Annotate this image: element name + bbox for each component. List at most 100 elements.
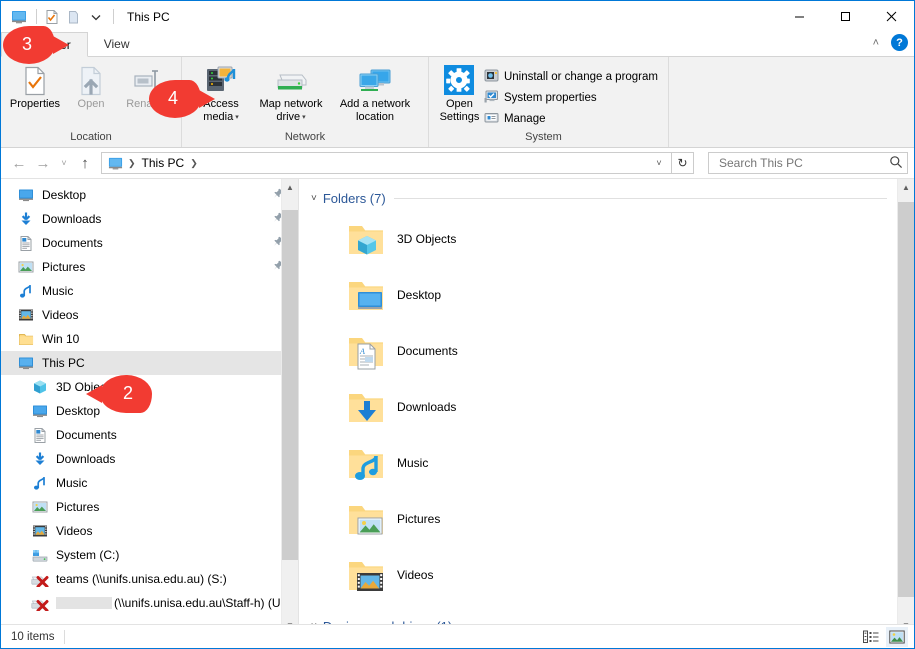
- sidebar-item-teams-unifs-unisa-edu-au-s[interactable]: teams (\\unifs.unisa.edu.au) (S:): [1, 567, 298, 591]
- sidebar-item-pictures[interactable]: Pictures: [1, 495, 298, 519]
- details-view-button[interactable]: [860, 627, 882, 647]
- sidebar-item-unifs-unisa-edu-au-staff-h-u[interactable]: (\\unifs.unisa.edu.au\Staff-h) (U:): [1, 591, 298, 615]
- folder-tile[interactable]: Videos: [345, 547, 645, 603]
- file-list-scroll-content: ˅ Folders (7) 3D Objects Desktop A Document…: [299, 179, 897, 634]
- uninstall-program-button[interactable]: Uninstall or change a program: [480, 66, 662, 87]
- close-button[interactable]: [868, 1, 914, 31]
- qat-separator: [36, 9, 37, 24]
- folder-tile[interactable]: Music: [345, 435, 645, 491]
- folder-videos-icon: [345, 554, 387, 596]
- breadcrumb-item-this-pc[interactable]: This PC: [140, 156, 187, 170]
- chevron-down-icon[interactable]: ▾: [233, 114, 239, 121]
- large-icons-view-button[interactable]: [886, 626, 908, 647]
- new-folder-icon[interactable]: [64, 7, 84, 27]
- sidebar-item-documents[interactable]: Documents: [1, 231, 298, 255]
- sidebar-item-this-pc[interactable]: This PC: [1, 351, 298, 375]
- folder-tile[interactable]: 3D Objects: [345, 211, 645, 267]
- open-icon: [76, 64, 106, 98]
- folder-desktop-icon: [345, 274, 387, 316]
- address-dropdown-icon[interactable]: ˅: [651, 158, 667, 168]
- back-button[interactable]: ←: [7, 151, 31, 175]
- redacted-username: [56, 597, 112, 609]
- open-button[interactable]: Open: [63, 61, 119, 111]
- add-network-location-button[interactable]: Add a network location: [332, 61, 418, 123]
- map-network-drive-button[interactable]: Map network drive ▾: [250, 61, 332, 123]
- tab-view-label: View: [103, 36, 130, 51]
- sidebar-item-label: teams (\\unifs.unisa.edu.au) (S:): [56, 572, 227, 586]
- breadcrumb[interactable]: ❯ This PC ❯ ˅: [101, 152, 672, 174]
- scroll-up-button[interactable]: ▲: [282, 179, 298, 196]
- scrollbar-thumb[interactable]: [898, 202, 914, 597]
- 3d-objects-icon: [31, 379, 49, 395]
- access-media-button[interactable]: Access media ▾: [192, 61, 250, 123]
- section-header-folders[interactable]: ˅ Folders (7): [299, 185, 897, 211]
- collapse-ribbon-icon[interactable]: ˄: [869, 35, 883, 51]
- search-icon[interactable]: [889, 155, 903, 172]
- desktop-icon: [31, 403, 49, 419]
- folder-tile[interactable]: Pictures: [345, 491, 645, 547]
- customize-qat-icon[interactable]: [86, 7, 106, 27]
- breadcrumb-this-pc-icon[interactable]: [106, 155, 124, 171]
- folder-tile[interactable]: Downloads: [345, 379, 645, 435]
- search-input[interactable]: [717, 155, 889, 171]
- navigation-pane-scrollbar[interactable]: ▲ ▼: [281, 179, 298, 634]
- chevron-down-icon[interactable]: ˅: [311, 193, 317, 204]
- this-pc-icon[interactable]: [9, 7, 29, 27]
- folders-grid: 3D Objects Desktop A Documents Downloads Musi…: [299, 211, 897, 603]
- sidebar-item-3d-objects[interactable]: 3D Objects: [1, 375, 298, 399]
- sidebar-item-win-10[interactable]: Win 10: [1, 327, 298, 351]
- sidebar-item-downloads[interactable]: Downloads: [1, 447, 298, 471]
- sidebar-item-videos[interactable]: Videos: [1, 519, 298, 543]
- breadcrumb-separator-2[interactable]: ❯: [186, 158, 202, 169]
- sidebar-item-music[interactable]: Music: [1, 279, 298, 303]
- ribbon-group-location-label: Location: [70, 131, 112, 143]
- folder-downloads-icon: [345, 386, 387, 428]
- scrollbar-thumb[interactable]: [282, 210, 298, 560]
- tab-view[interactable]: View: [88, 31, 146, 56]
- sidebar-item-system-c[interactable]: System (C:): [1, 543, 298, 567]
- documents-icon: [17, 235, 35, 251]
- folder-tile[interactable]: Desktop: [345, 267, 645, 323]
- sidebar-item-desktop[interactable]: Desktop: [1, 399, 298, 423]
- properties-icon[interactable]: [42, 7, 62, 27]
- open-settings-icon: [442, 64, 476, 98]
- disconnected-network-drive-icon: [31, 571, 49, 587]
- help-icon[interactable]: ?: [891, 34, 908, 51]
- manage-button[interactable]: Manage: [480, 108, 662, 129]
- folder-tile-label: Documents: [397, 344, 458, 358]
- open-settings-button[interactable]: Open Settings: [439, 61, 480, 123]
- sidebar-item-desktop[interactable]: Desktop: [1, 183, 298, 207]
- ribbon-tab-right-controls: ˄ ?: [869, 34, 908, 51]
- file-list-pane: ˅ Folders (7) 3D Objects Desktop A Document…: [299, 179, 914, 634]
- up-button[interactable]: ↑: [73, 151, 97, 175]
- sidebar-item-documents[interactable]: Documents: [1, 423, 298, 447]
- breadcrumb-separator-1[interactable]: ❯: [124, 158, 140, 169]
- sidebar-item-label: Videos: [56, 524, 93, 538]
- chevron-down-icon[interactable]: ▾: [300, 114, 306, 121]
- maximize-button[interactable]: [822, 1, 868, 31]
- file-list-scrollbar[interactable]: ▲ ▼: [897, 179, 914, 634]
- scroll-up-button[interactable]: ▲: [898, 179, 914, 196]
- title-bar: This PC: [1, 1, 914, 32]
- properties-button[interactable]: Properties: [7, 61, 63, 111]
- system-properties-button[interactable]: System properties: [480, 87, 662, 108]
- forward-button[interactable]: →: [31, 151, 55, 175]
- tab-computer[interactable]: Computer: [1, 32, 88, 57]
- folder-tile[interactable]: A Documents: [345, 323, 645, 379]
- sidebar-item-pictures[interactable]: Pictures: [1, 255, 298, 279]
- system-properties-icon: [484, 89, 499, 107]
- folder-tile-label: 3D Objects: [397, 232, 457, 246]
- refresh-button[interactable]: ↻: [672, 152, 694, 174]
- folder-tile-label: Downloads: [397, 400, 457, 414]
- sidebar-item-videos[interactable]: Videos: [1, 303, 298, 327]
- open-button-label: Open: [77, 98, 105, 110]
- recent-locations-button[interactable]: ˅: [55, 151, 73, 175]
- search-box[interactable]: [708, 152, 908, 174]
- ribbon-group-system-label: System: [525, 131, 562, 143]
- uninstall-program-icon: [484, 68, 499, 86]
- sidebar-item-downloads[interactable]: Downloads: [1, 207, 298, 231]
- folder-tile-label: Videos: [397, 568, 434, 582]
- sidebar-item-music[interactable]: Music: [1, 471, 298, 495]
- rename-button[interactable]: Rename: [119, 61, 175, 111]
- minimize-button[interactable]: [776, 1, 822, 31]
